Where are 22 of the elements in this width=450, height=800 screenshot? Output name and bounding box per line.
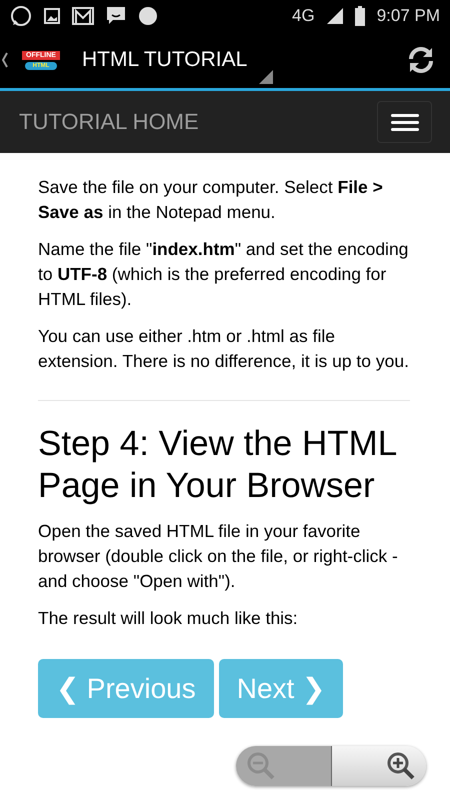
section-heading: Step 4: View the HTML Page in Your Browser (38, 423, 397, 507)
zoom-in-button[interactable] (332, 746, 426, 786)
image-icon (44, 8, 60, 24)
zoom-in-icon (386, 751, 416, 781)
zoom-out-icon (246, 751, 276, 781)
paragraph: The result will look much like this: (38, 607, 299, 630)
signal-icon (326, 8, 343, 24)
dropdown-corner-icon[interactable] (259, 70, 274, 84)
paragraph: Open the saved HTML file in your favorite browser (double click on the file, or right-click - and choose "Open with"). (38, 520, 399, 593)
app-title[interactable]: HTML TUTORIAL (82, 48, 248, 72)
paragraph: Save the file on your computer. Select File > Save as in the Notepad menu. (38, 176, 384, 224)
back-icon[interactable] (2, 52, 8, 68)
paragraph: Name the file "index.htm" and set the encoding to UTF-8 (which is the preferred encoding for HTML files). (38, 238, 410, 311)
menu-button[interactable] (377, 101, 432, 143)
chat-icon (10, 5, 32, 27)
paragraph: You can use either .htm or .html as file extension. There is no difference, it is up to you. (38, 325, 410, 373)
network-type: 4G (292, 6, 315, 26)
clock: 9:07 PM (376, 6, 440, 26)
battery-icon (354, 6, 365, 26)
mail-icon (72, 7, 94, 25)
message-icon (106, 6, 126, 26)
refresh-icon[interactable] (406, 45, 436, 75)
